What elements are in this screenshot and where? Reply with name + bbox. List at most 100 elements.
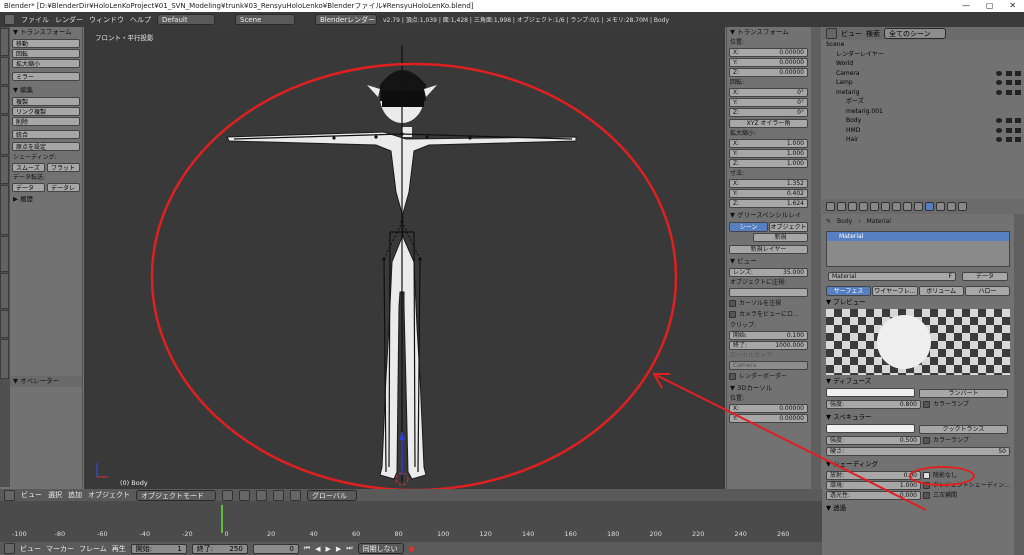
menu-object[interactable]: オブジェクト [88, 490, 130, 500]
material-data-select[interactable]: データ [962, 272, 1008, 281]
tl-menu-view[interactable]: ビュー [20, 544, 41, 554]
duplicate-linked-button[interactable]: リンク複製 [12, 107, 80, 116]
scale-button[interactable]: 拡大縮小 [12, 59, 80, 68]
dimension-y-field[interactable]: Y: 0.402 [729, 189, 808, 198]
tab-halo[interactable]: ハロー [964, 286, 1010, 296]
sync-select[interactable]: 同期しない [357, 543, 404, 554]
visibility-icon[interactable] [996, 70, 1002, 76]
lock-object-field[interactable] [729, 288, 808, 297]
outliner-item[interactable]: Scene [822, 40, 1024, 50]
material-name-field[interactable]: Material F [828, 272, 956, 281]
next-key-icon[interactable]: ▶ [336, 545, 341, 553]
lens-field[interactable]: レンズ: 35.000 [729, 268, 808, 277]
visibility-icon[interactable] [996, 118, 1002, 123]
gp-scene-tab[interactable]: シーン [729, 222, 768, 232]
operator-panel-header[interactable]: ▼ オペレーター [10, 376, 82, 387]
gp-new-button[interactable]: 新規 [753, 233, 808, 242]
selectable-icon[interactable] [1006, 118, 1012, 123]
rotation-mode-select[interactable]: XYZ オイラー角 [729, 119, 808, 128]
scale-y-field[interactable]: Y: 1.000 [729, 149, 808, 158]
data-button[interactable]: データ [12, 183, 45, 192]
current-frame-marker[interactable] [221, 505, 223, 533]
tab-surface[interactable]: サーフェス [826, 286, 872, 296]
close-button[interactable]: ✕ [1009, 0, 1016, 12]
record-icon[interactable]: ● [409, 545, 415, 553]
shading-mode-icon[interactable] [222, 489, 233, 501]
clip-end-field[interactable]: 終了: 1000.000 [729, 341, 808, 350]
flat-button[interactable]: フラット [47, 163, 80, 172]
material-tab-icon[interactable] [925, 202, 934, 211]
visibility-icon[interactable] [996, 80, 1002, 85]
tab-tools[interactable] [0, 28, 9, 56]
render-engine-select[interactable]: Blenderレンダー [315, 14, 377, 25]
menu-select[interactable]: 選択 [48, 490, 62, 500]
timeline-type-icon[interactable] [4, 543, 15, 554]
translate-manipulator-icon[interactable] [273, 489, 284, 501]
outliner-item[interactable]: ポーズ [822, 97, 1024, 107]
maximize-button[interactable]: ▢ [986, 0, 994, 12]
duplicate-button[interactable]: 複製 [12, 97, 80, 106]
mirror-button[interactable]: ミラー [12, 72, 80, 81]
editor-type-icon[interactable] [4, 14, 15, 25]
texture-tab-icon[interactable] [936, 202, 945, 211]
render-icon[interactable] [1015, 118, 1021, 123]
current-frame-field[interactable]: 0 [252, 543, 299, 554]
visibility-icon[interactable] [996, 127, 1002, 133]
tab-create[interactable] [0, 57, 9, 85]
render-tab-icon[interactable] [837, 202, 846, 211]
layers-tab-icon[interactable] [848, 202, 857, 211]
selectable-icon[interactable] [1006, 137, 1012, 142]
grease-pencil-header[interactable]: ▼ グリースペンシルレイ [727, 210, 810, 221]
location-y-field[interactable]: Y: 0.00000 [729, 58, 808, 67]
scale-x-field[interactable]: X: 1.000 [729, 139, 808, 148]
outliner-filter-select[interactable]: 全てのシーン [884, 28, 946, 39]
render-icon[interactable] [1015, 89, 1021, 95]
menu-add[interactable]: 追加 [68, 490, 82, 500]
tab-mmd-tools[interactable] [0, 236, 9, 272]
viewport-canvas[interactable] [84, 27, 725, 489]
rotation-x-field[interactable]: X: 0° [729, 88, 808, 97]
layout-select[interactable]: Default [157, 14, 215, 25]
material-slot-item[interactable]: Material [827, 232, 1009, 241]
preview-header[interactable]: ▼ プレビュー [822, 297, 1014, 308]
tab-mmd-utils[interactable] [0, 273, 9, 309]
rotation-y-field[interactable]: Y: 0° [729, 98, 808, 107]
tl-menu-playback[interactable]: 再生 [112, 544, 126, 554]
jump-end-icon[interactable]: ⏭ [346, 544, 352, 553]
outliner-type-icon[interactable] [826, 28, 837, 39]
rotation-z-field[interactable]: Z: 0° [729, 108, 808, 117]
orientation-select[interactable]: グローバル [307, 489, 357, 501]
menu-help[interactable]: ヘルプ [130, 15, 151, 25]
scene-select[interactable]: Scene [235, 14, 295, 25]
selectable-icon[interactable] [1006, 80, 1012, 85]
tab-wire[interactable]: ワイヤーフレ... [872, 286, 918, 296]
view-panel-header[interactable]: ▼ ビュー [727, 256, 810, 267]
outliner-item[interactable]: HMD [822, 126, 1024, 136]
outliner-item[interactable]: World [822, 59, 1024, 69]
lock-cursor-checkbox[interactable]: カーソルを注視 [729, 299, 808, 308]
gp-object-tab[interactable]: オブジェクト [769, 222, 808, 232]
scale-z-field[interactable]: Z: 1.000 [729, 159, 808, 168]
tl-menu-marker[interactable]: マーカー [46, 544, 74, 554]
translate-button[interactable]: 移動 [12, 39, 80, 48]
selectable-icon[interactable] [1006, 70, 1012, 76]
location-z-field[interactable]: Z: 0.00000 [729, 68, 808, 77]
constraints-tab-icon[interactable] [892, 202, 901, 211]
render-icon[interactable] [1015, 127, 1021, 133]
dimension-z-field[interactable]: Z: 1.624 [729, 199, 808, 208]
pivot-icon[interactable] [239, 489, 250, 501]
properties-scrollbar[interactable] [1014, 214, 1024, 555]
particles-tab-icon[interactable] [947, 202, 956, 211]
data-tab-icon[interactable] [914, 202, 923, 211]
smooth-button[interactable]: スムーズ [12, 163, 45, 172]
menu-render[interactable]: レンダー [55, 15, 83, 25]
pin-icon[interactable]: ✎ [826, 218, 831, 225]
join-button[interactable]: 統合 [12, 130, 80, 139]
outliner-item[interactable]: Body [822, 116, 1024, 126]
set-origin-button[interactable]: 原点を設定 [12, 142, 80, 151]
modifiers-tab-icon[interactable] [903, 202, 912, 211]
menu-file[interactable]: ファイル [21, 15, 49, 25]
outliner-item[interactable]: Lamp [822, 78, 1024, 88]
world-tab-icon[interactable] [870, 202, 879, 211]
render-icon[interactable] [1015, 137, 1021, 142]
